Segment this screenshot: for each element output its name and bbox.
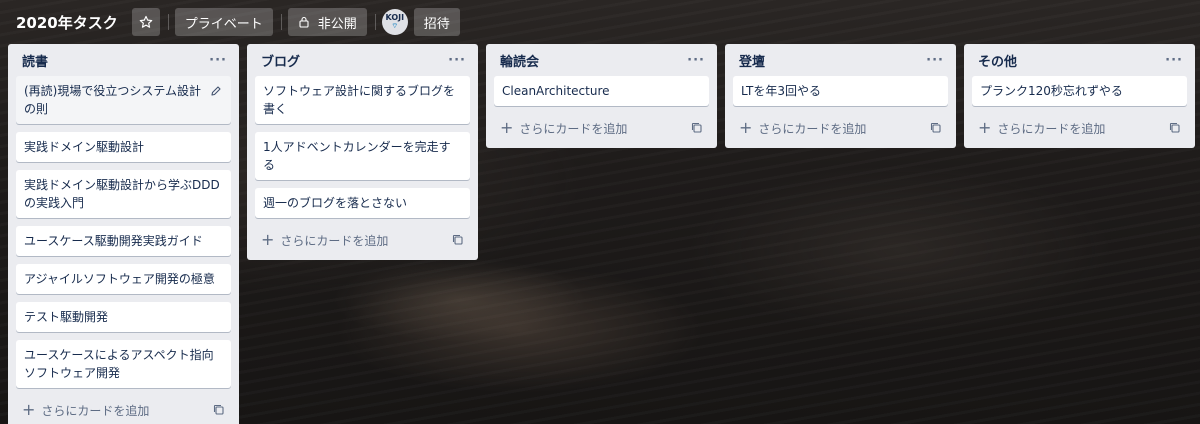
list-menu-icon[interactable]: ··· (926, 53, 944, 68)
board-header: 2020年タスク プライベート 非公開 KOJI ⌔ 招待 (0, 0, 1200, 44)
card-title: ユースケース駆動開発実践ガイド (24, 234, 203, 248)
add-card-label: さらにカードを追加 (758, 121, 867, 136)
list-header[interactable]: ブログ ··· (255, 44, 470, 76)
admin-badge-icon: ⌔ (391, 22, 399, 30)
list-title[interactable]: 登壇 (739, 51, 765, 70)
list-card[interactable]: アジャイルソフトウェア開発の極意 (16, 264, 231, 294)
card-template-icon[interactable] (213, 404, 225, 416)
list-talks: 登壇 ··· LTを年3回やる + さらにカードを追加 (725, 44, 956, 148)
card-title: アジャイルソフトウェア開発の極意 (24, 272, 215, 286)
plus-icon: + (739, 118, 753, 137)
card-template-icon[interactable] (930, 122, 942, 134)
card-title: ユースケースによるアスペクト指向ソフトウェア開発 (24, 348, 214, 380)
add-card-button[interactable]: + さらにカードを追加 (255, 226, 470, 254)
lock-icon (299, 16, 309, 28)
add-card-label: さらにカードを追加 (997, 121, 1106, 136)
plus-icon: + (500, 118, 514, 137)
add-card-label: さらにカードを追加 (519, 121, 628, 136)
list-menu-icon[interactable]: ··· (448, 53, 466, 68)
list-reading-circle: 輪読会 ··· CleanArchitecture + さらにカードを追加 (486, 44, 717, 148)
card-title: (再読)現場で役立つシステム設計の則 (24, 84, 202, 116)
card-title: プランク120秒忘れずやる (980, 84, 1123, 98)
list-title[interactable]: ブログ (261, 51, 300, 70)
list-header[interactable]: その他 ··· (972, 44, 1187, 76)
card-title: 実践ドメイン駆動設計 (24, 140, 145, 154)
card-title: 1人アドベントカレンダーを完走する (263, 140, 451, 172)
add-card-button[interactable]: + さらにカードを追加 (494, 114, 709, 142)
member-avatar[interactable]: KOJI ⌔ (381, 9, 408, 35)
list-card[interactable]: 実践ドメイン駆動設計から学ぶDDDの実践入門 (16, 170, 231, 218)
list-card[interactable]: 1人アドベントカレンダーを完走する (255, 132, 470, 180)
list-menu-icon[interactable]: ··· (687, 53, 705, 68)
list-card[interactable]: ユースケース駆動開発実践ガイド (16, 226, 231, 256)
list-header[interactable]: 輪読会 ··· (494, 44, 709, 76)
list-title[interactable]: 読書 (22, 51, 48, 70)
card-template-icon[interactable] (691, 122, 703, 134)
card-title: CleanArchitecture (502, 84, 610, 98)
add-card-button[interactable]: + さらにカードを追加 (16, 396, 231, 424)
header-divider (280, 14, 282, 30)
list-title[interactable]: その他 (978, 51, 1017, 70)
add-card-button[interactable]: + さらにカードを追加 (972, 114, 1187, 142)
list-card[interactable]: LTを年3回やる (733, 76, 948, 106)
plus-icon: + (261, 230, 275, 249)
add-card-label: さらにカードを追加 (280, 233, 389, 248)
star-icon (139, 15, 153, 28)
list-card[interactable]: ユースケースによるアスペクト指向ソフトウェア開発 (16, 340, 231, 388)
header-divider (167, 14, 169, 30)
list-card[interactable]: (再読)現場で役立つシステム設計の則 (16, 76, 231, 124)
card-title: 週一のブログを落とさない (263, 196, 408, 210)
pencil-icon[interactable] (205, 80, 227, 102)
plus-icon: + (978, 118, 992, 137)
team-visibility-button[interactable]: プライベート (174, 8, 273, 36)
list-card[interactable]: テスト駆動開発 (16, 302, 231, 332)
list-card[interactable]: ソフトウェア設計に関するブログを書く (255, 76, 470, 124)
card-template-icon[interactable] (1169, 122, 1181, 134)
card-title: テスト駆動開発 (24, 310, 109, 324)
add-card-button[interactable]: + さらにカードを追加 (733, 114, 948, 142)
list-header[interactable]: 読書 ··· (16, 44, 231, 76)
header-divider (374, 14, 376, 30)
card-template-icon[interactable] (452, 234, 464, 246)
list-card[interactable]: 実践ドメイン駆動設計 (16, 132, 231, 162)
list-blog: ブログ ··· ソフトウェア設計に関するブログを書く 1人アドベントカレンダーを… (247, 44, 478, 260)
list-title[interactable]: 輪読会 (500, 51, 539, 70)
card-title: LTを年3回やる (741, 84, 821, 98)
card-title: 実践ドメイン駆動設計から学ぶDDDの実践入門 (24, 178, 220, 210)
avatar-initials: KOJI (385, 13, 405, 22)
privacy-button[interactable]: 非公開 (287, 8, 367, 36)
list-menu-icon[interactable]: ··· (1165, 53, 1183, 68)
invite-button[interactable]: 招待 (413, 8, 460, 36)
list-card[interactable]: プランク120秒忘れずやる (972, 76, 1187, 106)
list-menu-icon[interactable]: ··· (209, 53, 227, 68)
list-card[interactable]: CleanArchitecture (494, 76, 709, 106)
list-reading: 読書 ··· (再読)現場で役立つシステム設計の則 実践ドメイン駆動設計 実践ド… (8, 44, 239, 424)
list-header[interactable]: 登壇 ··· (733, 44, 948, 76)
board-title[interactable]: 2020年タスク (16, 12, 118, 33)
list-other: その他 ··· プランク120秒忘れずやる + さらにカードを追加 (964, 44, 1195, 148)
list-card[interactable]: 週一のブログを落とさない (255, 188, 470, 218)
plus-icon: + (22, 400, 36, 419)
add-card-label: さらにカードを追加 (41, 403, 150, 418)
privacy-label: 非公開 (317, 16, 357, 32)
card-title: ソフトウェア設計に関するブログを書く (263, 84, 456, 116)
star-button[interactable] (131, 8, 160, 36)
